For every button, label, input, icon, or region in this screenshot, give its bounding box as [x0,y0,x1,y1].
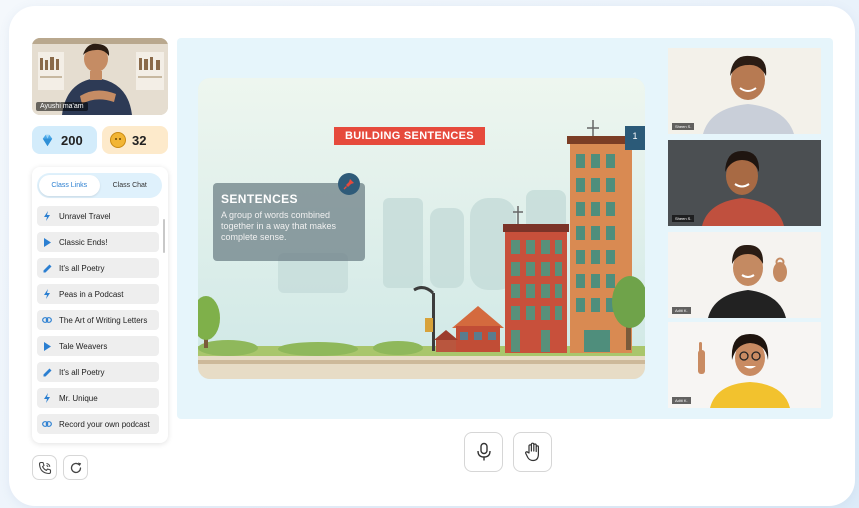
class-links-panel: Class Links Class Chat Unravel Travel Cl… [32,167,168,443]
list-item[interactable]: The Art of Writing Letters [37,310,159,330]
presentation-slide: BUILDING SENTENCES 1 SENTENCES A group o… [198,78,645,379]
definition-heading: SENTENCES [221,192,298,206]
link-icon [42,315,52,325]
play-icon [42,237,52,247]
microphone-button[interactable] [464,432,503,472]
gems-count: 200 [61,132,83,148]
list-item[interactable]: Mr. Unique [37,388,159,408]
lightning-icon [42,289,52,299]
refresh-icon [70,462,81,473]
pencil-icon [42,263,52,273]
participant-name: Sheen S. [672,123,695,130]
participant-video-feed [668,48,821,134]
class-links-list: Unravel Travel Classic Ends! It's all Po… [37,206,159,440]
teacher-name-label: Ayushi ma'am [36,102,88,111]
tab-class-chat[interactable]: Class Chat [100,175,161,196]
participant-tile[interactable]: Sheen S. [668,140,821,226]
definition-card: SENTENCES A group of words combined toge… [213,183,365,261]
list-item-label: Record your own podcast [59,419,150,429]
participant-video-feed [668,322,821,408]
phone-icon [38,461,51,474]
pencil-icon [42,367,52,377]
link-icon [42,419,52,429]
microphone-icon [476,442,491,461]
list-item[interactable]: Peas in a Podcast [37,284,159,304]
list-scrollbar[interactable] [163,219,165,253]
list-item-label: Peas in a Podcast [59,289,124,299]
list-item-label: Tale Weavers [59,341,108,351]
teacher-video: Ayushi ma'am [32,38,168,115]
list-item-label: Unravel Travel [59,211,111,221]
pin-icon [338,173,360,195]
participant-video-feed [668,232,821,318]
refresh-button[interactable] [63,455,88,480]
lightning-icon [42,211,52,221]
list-item-label: Classic Ends! [59,237,108,247]
participant-tile[interactable]: Sheen S. [668,48,821,134]
participant-name: Sheen S. [672,215,695,222]
list-item-label: It's all Poetry [59,367,105,377]
participant-name: Aditi K. [672,307,691,314]
coins-count: 32 [132,132,147,148]
participant-tile[interactable]: Aditi K. [668,322,821,408]
diamond-icon [42,134,53,146]
list-item[interactable]: It's all Poetry [37,258,159,278]
hand-icon [524,442,539,462]
play-icon [42,341,52,351]
call-button[interactable] [32,455,57,480]
list-item-label: The Art of Writing Letters [59,315,148,325]
lightning-icon [42,393,52,403]
raise-hand-button[interactable] [513,432,552,472]
list-item[interactable]: It's all Poetry [37,362,159,382]
participant-name: Aditi K. [672,397,691,404]
list-item[interactable]: Unravel Travel [37,206,159,226]
coin-icon [110,132,126,148]
slide-page-number: 1 [625,126,645,150]
list-item-label: Mr. Unique [59,393,98,403]
tab-class-links[interactable]: Class Links [39,175,100,196]
list-item[interactable]: Record your own podcast [37,414,159,434]
list-item[interactable]: Tale Weavers [37,336,159,356]
list-item[interactable]: Classic Ends! [37,232,159,252]
gems-counter: 200 [32,126,97,154]
participant-video-feed [668,140,821,226]
coins-counter: 32 [102,126,168,154]
definition-text: A group of words combined together in a … [221,210,337,242]
panel-tabs: Class Links Class Chat [37,173,162,198]
participant-tile[interactable]: Aditi K. [668,232,821,318]
list-item-label: It's all Poetry [59,263,105,273]
slide-title: BUILDING SENTENCES [334,127,485,145]
